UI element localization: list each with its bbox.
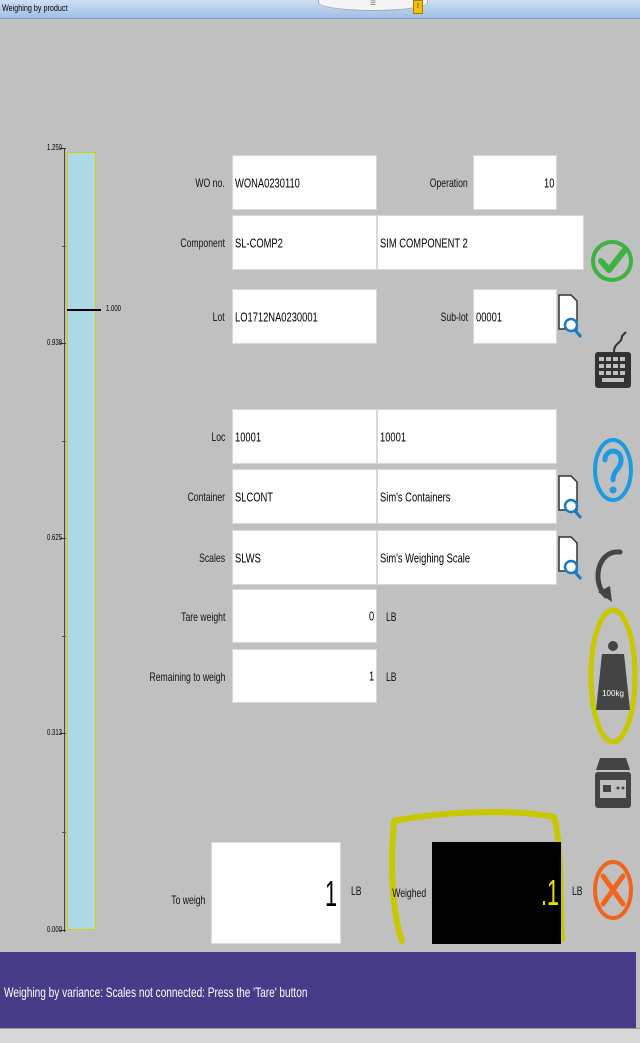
weighed-label: Weighed xyxy=(392,886,426,900)
tare-value: 0 xyxy=(368,608,374,624)
refresh-button[interactable] xyxy=(592,540,632,612)
help-button[interactable] xyxy=(592,430,634,510)
sublot-field[interactable]: 00001 xyxy=(473,289,557,344)
weight-icon: 100kg xyxy=(596,641,630,710)
gauge-axis xyxy=(64,148,65,932)
window-title: Weighing by product xyxy=(2,3,68,13)
toweigh-label: To weigh xyxy=(170,893,205,907)
gauge-tick-label: 0.625 xyxy=(46,533,62,542)
warning-tag-icon: ! xyxy=(413,0,423,14)
component-code: SL-COMP2 xyxy=(235,235,283,250)
wo-value: WONA0230110 xyxy=(235,175,300,190)
container-desc-field: Sim's Containers xyxy=(377,469,557,524)
tare-unit: LB xyxy=(386,610,397,624)
component-desc-field: SIM COMPONENT 2 xyxy=(377,215,584,270)
component-desc: SIM COMPONENT 2 xyxy=(380,235,468,250)
sublot-search-button[interactable] xyxy=(557,289,583,343)
scales-desc-field: Sim's Weighing Scale xyxy=(377,530,557,585)
lot-label: Lot xyxy=(212,310,225,324)
document-search-icon xyxy=(558,475,583,519)
scales-code-field[interactable]: SLWS xyxy=(232,530,377,585)
loc-label: Loc xyxy=(211,430,225,444)
document-search-icon xyxy=(558,536,583,580)
tare-button[interactable]: 100kg xyxy=(592,636,634,718)
scale-device-icon xyxy=(595,758,631,808)
weight-icon-label: 100kg xyxy=(602,689,624,698)
sublot-label: Sub-lot xyxy=(440,310,468,324)
container-code-field[interactable]: SLCONT xyxy=(232,469,377,524)
loc-desc-field: 10001 xyxy=(377,409,557,464)
loc-code: 10001 xyxy=(235,429,262,444)
container-code: SLCONT xyxy=(235,489,273,504)
loc-code-field[interactable]: 10001 xyxy=(232,409,377,464)
status-message: Weighing by variance: Scales not connect… xyxy=(4,984,308,1000)
loc-desc: 10001 xyxy=(380,429,407,444)
gauge-target-line xyxy=(67,309,101,311)
toweigh-value: 1 xyxy=(324,873,337,914)
weighed-display: .1 xyxy=(432,842,561,944)
gauge-tick-label: 0.313 xyxy=(46,728,62,737)
scales-search-button[interactable] xyxy=(557,531,583,585)
keyboard-icon xyxy=(595,331,631,388)
scales-label: Scales xyxy=(199,551,225,565)
bottom-strip xyxy=(0,1028,640,1043)
checkmark-icon xyxy=(591,240,633,282)
drag-handle[interactable]: ≡ xyxy=(318,0,428,11)
wo-field[interactable]: WONA0230110 xyxy=(232,155,377,210)
gauge-tick-minor xyxy=(62,636,66,637)
scale-device-button[interactable] xyxy=(594,756,632,810)
toweigh-unit: LB xyxy=(351,884,362,898)
remaining-field: 1 xyxy=(232,649,377,703)
title-bar: Weighing by product ≡ ! xyxy=(0,0,640,19)
wo-label: WO no. xyxy=(195,176,225,190)
operation-label: Operation xyxy=(430,176,468,190)
gauge-tick-minor xyxy=(62,246,66,247)
gauge-tick-label: 1.250 xyxy=(46,143,62,152)
component-label: Component xyxy=(180,236,225,250)
sublot-value: 00001 xyxy=(476,309,503,324)
question-mark-icon xyxy=(593,438,633,502)
status-bar: Weighing by variance: Scales not connect… xyxy=(0,952,636,1028)
confirm-button[interactable] xyxy=(590,224,634,298)
weighed-value: .1 xyxy=(540,872,559,913)
scales-code: SLWS xyxy=(235,550,261,565)
tare-label: Tare weight xyxy=(180,610,225,624)
gauge-target-label: 1.000 xyxy=(106,304,122,313)
close-icon xyxy=(593,860,633,920)
lot-value: LO1712NA0230001 xyxy=(235,309,318,324)
container-desc: Sim's Containers xyxy=(380,489,451,504)
gauge-tick-label: 0.000 xyxy=(46,925,62,934)
lot-field[interactable]: LO1712NA0230001 xyxy=(232,289,377,344)
component-code-field[interactable]: SL-COMP2 xyxy=(232,215,377,270)
gauge-tick-minor xyxy=(62,832,66,833)
gauge-bar xyxy=(67,152,96,930)
tare-field: 0 xyxy=(232,589,377,643)
toweigh-field: 1 xyxy=(211,842,341,944)
gauge-tick-minor xyxy=(62,441,66,442)
container-label: Container xyxy=(187,490,225,504)
remaining-label: Remaining to weigh xyxy=(149,670,225,684)
container-search-button[interactable] xyxy=(557,470,583,524)
scales-desc: Sim's Weighing Scale xyxy=(380,550,471,565)
cancel-button[interactable] xyxy=(592,848,634,932)
document-search-icon xyxy=(558,294,583,338)
weighed-unit: LB xyxy=(572,884,583,898)
operation-field[interactable]: 10 xyxy=(473,155,557,210)
remaining-value: 1 xyxy=(368,668,374,684)
operation-value: 10 xyxy=(543,175,554,190)
gauge-tick-label: 0.938 xyxy=(46,338,62,347)
refresh-icon xyxy=(595,549,623,602)
keyboard-button[interactable] xyxy=(592,330,634,392)
remaining-unit: LB xyxy=(386,670,397,684)
